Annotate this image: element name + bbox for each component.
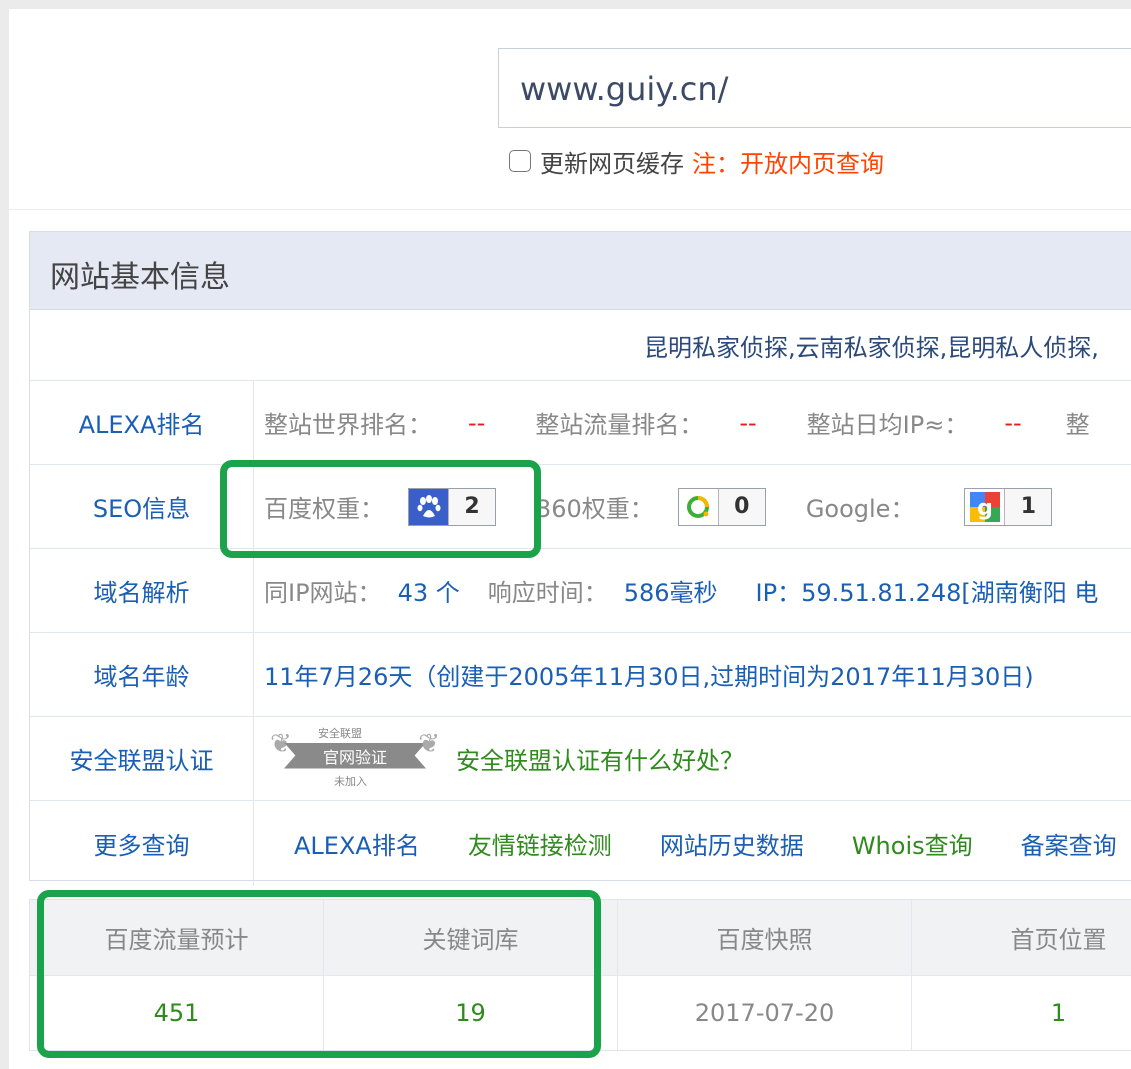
update-cache-checkbox[interactable]: [509, 150, 531, 172]
stats-col-keywords: 关键词库 19: [324, 900, 618, 1050]
daily-ip-label: 整站日均IP≈：: [806, 411, 969, 439]
domain-age-values: 11年7月26天（创建于2005年11月30日,过期时间为2017年11月30日…: [264, 633, 1034, 716]
divider: [9, 209, 1131, 210]
google-pr-value: 1: [1005, 488, 1052, 525]
domain-age-value: 11年7月26天（创建于2005年11月30日,过期时间为2017年11月30日…: [264, 663, 1034, 691]
dns-row: 域名解析 同IP网站： 43 个 响应时间： 586毫秒 IP：59.51.81…: [30, 549, 1131, 633]
cut-label: 整: [1065, 411, 1090, 439]
stats-header: 关键词库: [324, 900, 617, 976]
dns-values: 同IP网站： 43 个 响应时间： 586毫秒 IP：59.51.81.248[…: [264, 549, 1098, 632]
stats-table: 百度流量预计 451 关键词库 19 百度快照 2017-07-20 首页位置 …: [29, 899, 1131, 1051]
stats-value: 1: [1050, 999, 1067, 1027]
laurel-right-icon: ❦: [418, 728, 440, 759]
baidu-paw-icon: [409, 488, 449, 525]
security-row: 安全联盟认证 ❦ 安全联盟 官网验证 未加入 ❦ 安全联盟认证有什么好处？: [30, 717, 1131, 801]
more-query-links: ALEXA排名 友情链接检测 网站历史数据 Whois查询 备案查询: [294, 801, 1117, 885]
baidu-weight-label: 百度权重：: [264, 495, 384, 523]
inner-page-query-note[interactable]: 注：开放内页查询: [692, 144, 884, 179]
same-ip-value[interactable]: 43 个: [398, 573, 460, 608]
stats-header: 百度快照: [618, 900, 911, 976]
stats-value: 2017-07-20: [694, 999, 835, 1027]
seal-top-text: 安全联盟: [318, 726, 362, 740]
ip-address[interactable]: IP：59.51.81.248[湖南衡阳 电: [756, 573, 1099, 608]
link-alexa[interactable]: ALEXA排名: [294, 826, 420, 861]
link-friend-links[interactable]: 友情链接检测: [468, 826, 612, 861]
more-query-label[interactable]: 更多查询: [30, 801, 254, 885]
dns-label[interactable]: 域名解析: [30, 549, 254, 632]
response-time-value: 586毫秒: [623, 579, 718, 607]
more-query-row: 更多查询 ALEXA排名 友情链接检测 网站历史数据 Whois查询 备案查询: [30, 801, 1131, 885]
site-description: 昆明私家侦探,云南私家侦探,昆明私人侦探,: [644, 333, 1099, 362]
alexa-row: ALEXA排名 整站世界排名： -- 整站流量排名： -- 整站日均IP≈： -…: [30, 381, 1131, 465]
domain-age-row: 域名年龄 11年7月26天（创建于2005年11月30日,过期时间为2017年1…: [30, 633, 1131, 717]
stats-col-homepage-position: 首页位置 1: [912, 900, 1131, 1050]
seo-label[interactable]: SEO信息: [30, 465, 254, 548]
panel-title: 网站基本信息: [50, 260, 230, 295]
panel-header: 网站基本信息: [30, 232, 1131, 310]
seo-row: SEO信息 百度权重： 2 360权重： 0 Google： g 1: [30, 465, 1131, 549]
stats-value[interactable]: 19: [324, 976, 617, 1050]
baidu-weight-badge[interactable]: 2: [408, 487, 496, 526]
stats-value[interactable]: 451: [30, 976, 323, 1050]
site-description-row: 昆明私家侦探,云南私家侦探,昆明私人侦探,: [30, 310, 1131, 381]
alexa-values: 整站世界排名： -- 整站流量排名： -- 整站日均IP≈： -- 整: [264, 381, 1090, 464]
so360-logo-icon: [678, 488, 719, 525]
daily-ip-value: --: [1004, 408, 1022, 437]
so360-weight-badge[interactable]: 0: [677, 487, 766, 526]
so360-weight-label: 360权重：: [536, 495, 654, 523]
url-input[interactable]: www.guiy.cn/: [498, 48, 1131, 128]
svg-text:g: g: [977, 496, 993, 521]
same-ip-label: 同IP网站：: [264, 579, 382, 607]
world-rank-value: --: [468, 408, 486, 437]
so360-weight-value: 0: [718, 488, 765, 525]
alexa-label[interactable]: ALEXA排名: [30, 381, 254, 464]
site-info-panel: 网站基本信息 昆明私家侦探,云南私家侦探,昆明私人侦探, ALEXA排名 整站世…: [29, 231, 1131, 885]
link-whois[interactable]: Whois查询: [852, 826, 973, 861]
stats-col-baidu-traffic: 百度流量预计 451: [30, 900, 324, 1050]
link-icp[interactable]: 备案查询: [1021, 826, 1117, 861]
security-benefits-link[interactable]: 安全联盟认证有什么好处？: [456, 741, 744, 776]
stats-header: 百度流量预计: [30, 900, 323, 976]
traffic-rank-label: 整站流量排名：: [535, 411, 704, 439]
world-rank-label: 整站世界排名：: [264, 411, 432, 439]
page: www.guiy.cn/ 更新网页缓存 注：开放内页查询 网站基本信息 昆明私家…: [9, 9, 1131, 1069]
url-input-value: www.guiy.cn/: [520, 70, 729, 108]
security-label[interactable]: 安全联盟认证: [30, 717, 254, 800]
domain-age-label[interactable]: 域名年龄: [30, 633, 254, 716]
response-time-label: 响应时间：: [487, 579, 608, 607]
google-label: Google：: [805, 495, 915, 523]
seal-bottom-text: 未加入: [334, 774, 367, 788]
seal-band-text: 官网验证: [284, 742, 426, 769]
traffic-rank-value: --: [739, 408, 757, 437]
stats-header: 首页位置: [912, 900, 1131, 976]
update-cache-label[interactable]: 更新网页缓存: [540, 144, 684, 179]
security-seal[interactable]: ❦ 安全联盟 官网验证 未加入 ❦: [270, 723, 440, 795]
google-logo-icon: g: [965, 488, 1006, 525]
baidu-weight-value: 2: [449, 488, 495, 525]
cache-option: 更新网页缓存 注：开放内页查询: [509, 144, 884, 179]
google-pr-badge[interactable]: g 1: [964, 487, 1053, 526]
seo-values: 百度权重： 2 360权重： 0 Google： g 1: [264, 465, 1053, 548]
security-values: ❦ 安全联盟 官网验证 未加入 ❦ 安全联盟认证有什么好处？: [270, 717, 744, 800]
link-history[interactable]: 网站历史数据: [660, 826, 804, 861]
stats-col-snapshot: 百度快照 2017-07-20: [618, 900, 912, 1050]
